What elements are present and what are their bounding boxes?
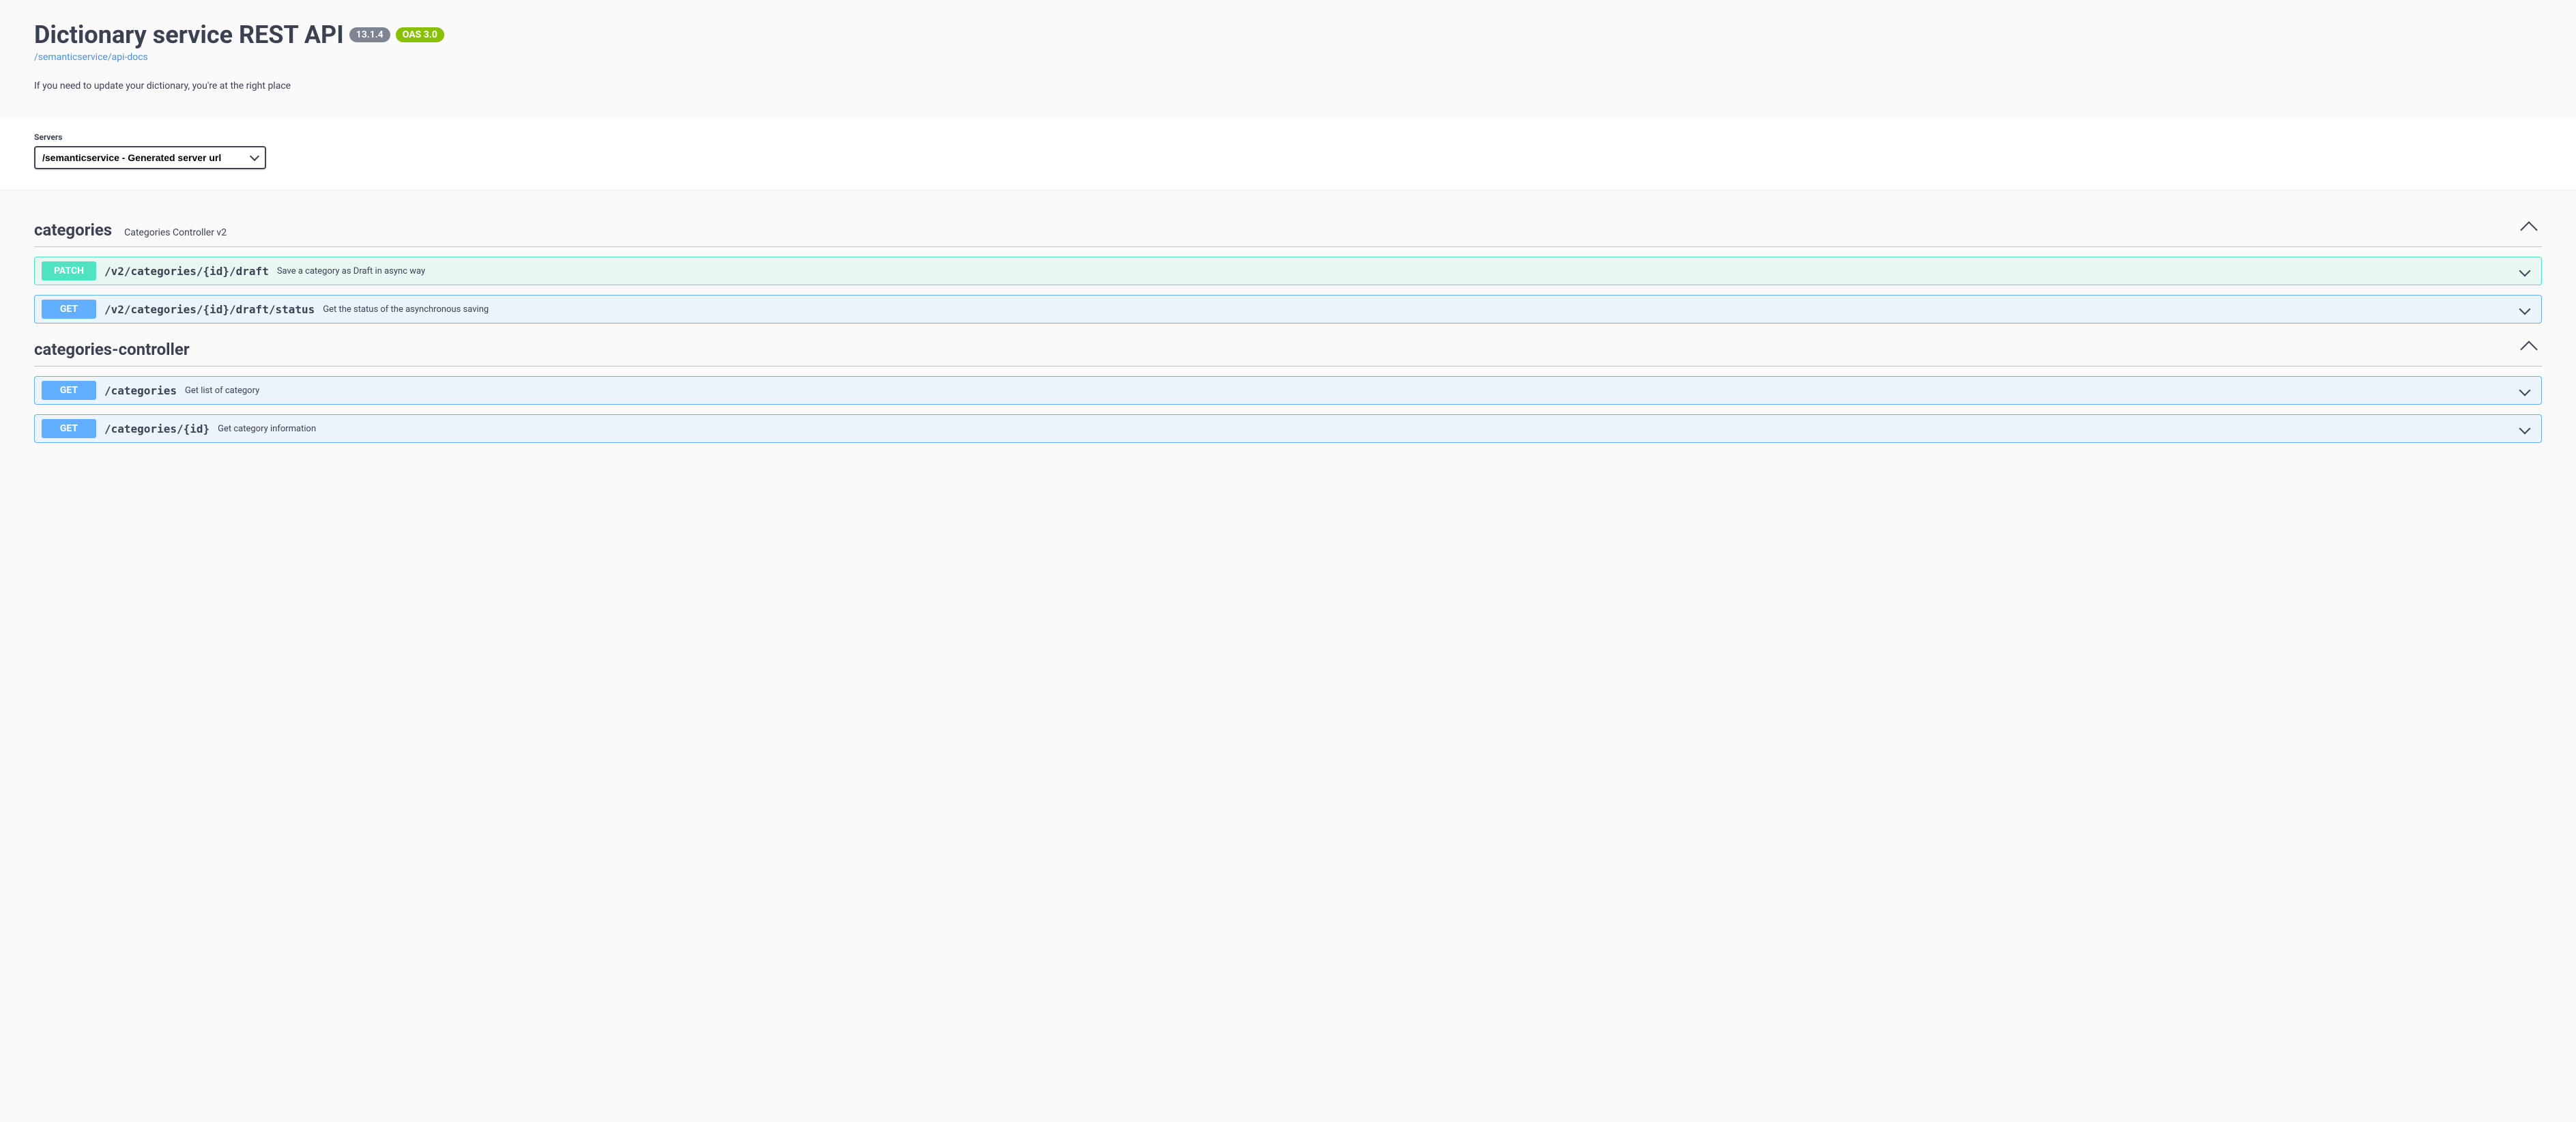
method-badge-get: GET	[42, 419, 96, 438]
header-section: Dictionary service REST API 13.1.4 OAS 3…	[0, 0, 2576, 119]
chevron-down-icon	[2519, 304, 2531, 315]
method-badge-patch: PATCH	[42, 261, 96, 280]
tag-header-categories-controller[interactable]: categories-controller	[34, 340, 2542, 366]
api-description: If you need to update your dictionary, y…	[34, 81, 2542, 91]
chevron-down-icon	[2519, 265, 2531, 277]
server-select[interactable]: /semanticservice - Generated server url	[34, 146, 266, 169]
operation-path: /v2/categories/{id}/draft/status	[104, 303, 315, 316]
tag-categories-controller: categories-controller GET /categories Ge…	[34, 340, 2542, 443]
operation-summary: Save a category as Draft in async way	[277, 266, 425, 276]
servers-section: Servers /semanticservice - Generated ser…	[0, 119, 2576, 190]
tag-left: categories Categories Controller v2	[34, 220, 227, 240]
chevron-up-icon	[2520, 221, 2537, 238]
operation-summary: Get the status of the asynchronous savin…	[323, 304, 489, 315]
version-badge: 13.1.4	[349, 27, 390, 42]
tag-left: categories-controller	[34, 340, 202, 359]
operation-row[interactable]: GET /v2/categories/{id}/draft/status Get…	[34, 295, 2542, 323]
method-badge-get: GET	[42, 300, 96, 319]
tag-categories: categories Categories Controller v2 PATC…	[34, 220, 2542, 323]
method-badge-get: GET	[42, 381, 96, 400]
operation-row[interactable]: GET /categories/{id} Get category inform…	[34, 414, 2542, 443]
server-select-wrap: /semanticservice - Generated server url	[34, 146, 266, 169]
operations-list: PATCH /v2/categories/{id}/draft Save a c…	[34, 257, 2542, 323]
operation-summary: Get list of category	[185, 386, 259, 396]
operation-summary: Get category information	[218, 424, 316, 434]
tag-header-categories[interactable]: categories Categories Controller v2	[34, 220, 2542, 247]
chevron-down-icon	[2519, 423, 2531, 435]
tag-description: Categories Controller v2	[124, 227, 227, 238]
tag-name: categories-controller	[34, 340, 190, 359]
operation-path: /v2/categories/{id}/draft	[104, 265, 269, 278]
page-title: Dictionary service REST API	[34, 20, 344, 49]
tag-name: categories	[34, 220, 112, 240]
servers-label: Servers	[34, 132, 2542, 142]
chevron-up-icon	[2520, 341, 2537, 358]
title-row: Dictionary service REST API 13.1.4 OAS 3…	[34, 20, 2542, 49]
chevron-down-icon	[2519, 385, 2531, 397]
operation-path: /categories/{id}	[104, 422, 209, 435]
oas-badge: OAS 3.0	[396, 27, 444, 42]
content-section: categories Categories Controller v2 PATC…	[0, 190, 2576, 470]
operation-row[interactable]: PATCH /v2/categories/{id}/draft Save a c…	[34, 257, 2542, 285]
operation-path: /categories	[104, 384, 177, 397]
operations-list: GET /categories Get list of category GET…	[34, 376, 2542, 443]
api-docs-link[interactable]: /semanticservice/api-docs	[34, 52, 148, 63]
operation-row[interactable]: GET /categories Get list of category	[34, 376, 2542, 405]
